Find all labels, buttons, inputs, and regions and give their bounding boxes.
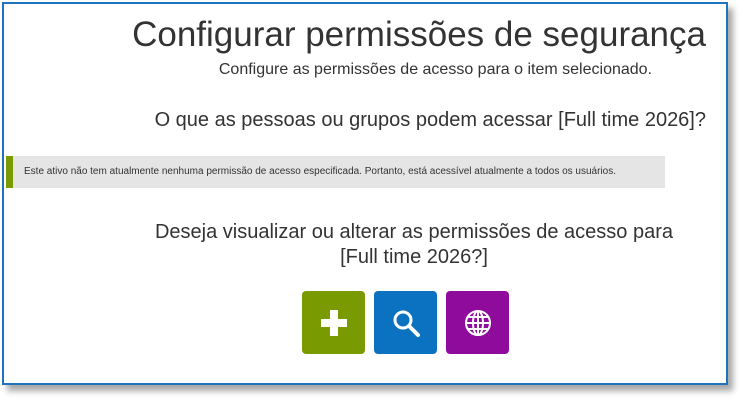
plus-icon [320,309,348,337]
globe-icon [464,309,492,337]
magnifier-icon [391,308,421,338]
prompt-line-1: Deseja visualizar ou alterar as permissõ… [154,221,674,243]
access-question: O que as pessoas ou grupos podem acessar… [154,109,706,131]
everyone-access-button[interactable] [446,291,509,354]
no-permissions-notice: Este ativo não tem atualmente nenhuma pe… [6,156,665,188]
page-subtitle: Configure as permissões de acesso para o… [218,61,652,78]
view-permissions-button[interactable] [374,291,437,354]
page-title: Configurar permissões de segurança [132,15,706,54]
add-permission-button[interactable] [302,291,365,354]
change-permissions-prompt: Deseja visualizar ou alterar as permissõ… [114,220,714,270]
prompt-line-2: [Full time 2026?] [340,246,488,268]
action-buttons [302,291,509,354]
notice-text: Este ativo não tem atualmente nenhuma pe… [24,166,617,177]
permissions-dialog: Configurar permissões de segurança Confi… [2,2,728,385]
